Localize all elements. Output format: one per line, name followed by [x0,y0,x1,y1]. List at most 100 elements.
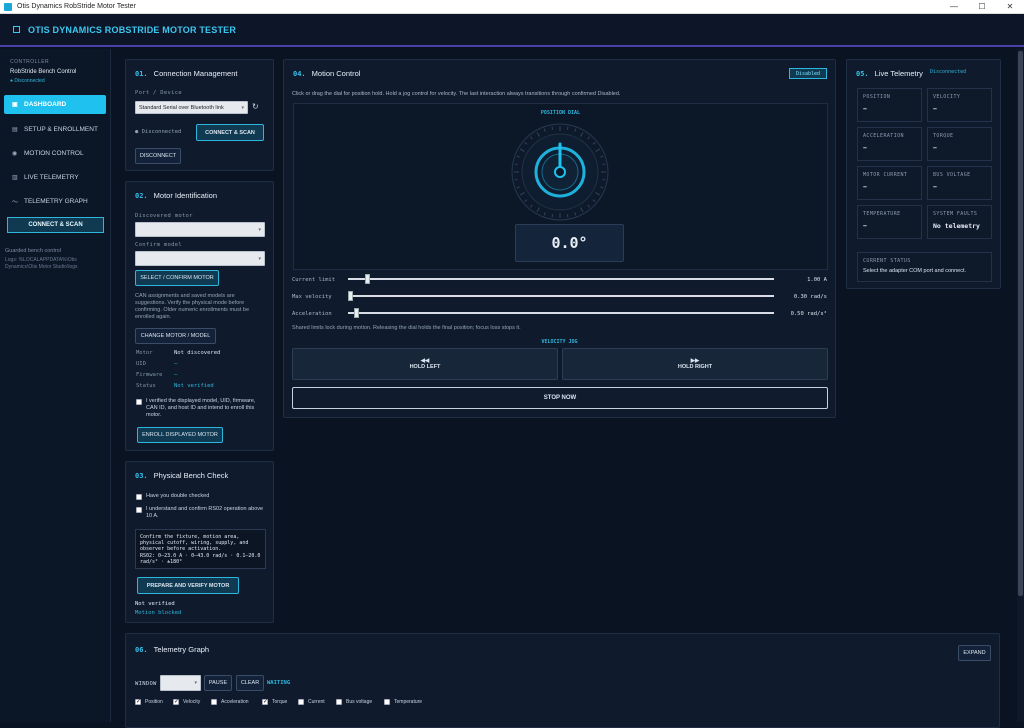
sidebar-item-label: SETUP & ENROLLMENT [24,126,98,133]
minimize-button[interactable]: — [940,2,968,11]
verify-checkbox[interactable] [136,399,142,405]
bus-voltage-checkbox[interactable] [336,699,342,705]
max-velocity-slider[interactable] [348,291,774,301]
expand-button[interactable]: EXPAND [958,645,991,661]
dial-tick [551,214,553,218]
series-temperature[interactable]: Temperature [384,699,422,705]
connect-scan-button[interactable]: CONNECT & SCAN [196,124,264,141]
series-acceleration[interactable]: Acceleration [211,699,249,705]
bench-notice: Confirm the fixture, motion area, physic… [140,534,249,552]
confirm-rs02-text: I understand and confirm RS02 operation … [146,506,264,519]
current-limit-value: 1.00 A [807,277,827,283]
scrollbar-thumb[interactable] [1018,51,1023,596]
confirm-model-select[interactable]: ▾ [135,251,265,266]
dial-tick [567,126,569,130]
hold-left-button[interactable]: ◀◀ HOLD LEFT [292,348,558,380]
acceleration-checkbox[interactable] [211,699,217,705]
port-select[interactable]: Standard Serial over Bluetooth link ▾ [135,101,248,114]
panel-number: 03. [135,471,148,480]
enroll-button[interactable]: ENROLL DISPLAYED MOTOR [137,427,223,443]
panel-number: 01. [135,69,148,78]
series-current[interactable]: Current [298,699,325,705]
window-title: Otis Dynamics RobStride Motor Tester [17,3,136,10]
temperature-card: TEMPERATURE – [857,205,922,239]
double-check-checkbox[interactable] [136,494,142,500]
chevron-down-icon: ▾ [258,226,261,233]
logo-icon [13,26,20,33]
sidebar-item-graph[interactable]: 〜 TELEMETRY GRAPH [4,192,106,211]
refresh-icon[interactable]: ↻ [252,102,259,111]
stop-now-button[interactable]: STOP NOW [292,387,828,409]
velocity-checkbox[interactable] [173,698,179,705]
position-card: POSITION – [857,88,922,122]
panel-number: 02. [135,191,148,200]
motor-field: Motor Not discovered [136,350,221,356]
slider-thumb[interactable] [354,308,360,318]
hold-right-button[interactable]: ▶▶ HOLD RIGHT [562,348,828,380]
sidebar: CONTROLLER RobStride Bench Control ● Dis… [0,49,111,722]
window-titlebar: Otis Dynamics RobStride Motor Tester — ☐… [0,0,1024,14]
dial-tick [551,126,553,130]
sidebar-connect-button[interactable]: CONNECT & SCAN [7,217,104,233]
acceleration-slider[interactable] [348,308,774,318]
system-faults-card: SYSTEM FAULTS No telemetry [927,205,992,239]
scrollbar[interactable] [1017,49,1024,722]
torque-checkbox[interactable] [262,698,268,705]
panel-number: 05. [856,69,869,78]
telemetry-status-badge: Disconnected [930,69,967,75]
close-button[interactable]: ✕ [996,2,1024,11]
panel-title: Connection Management [153,69,238,78]
telemetry-panel: 05. Live Telemetry Disconnected POSITION –… [846,59,1001,289]
prepare-verify-button[interactable]: PREPARE AND VERIFY MOTOR [137,577,239,594]
series-bus-voltage[interactable]: Bus voltage [336,699,372,705]
change-motor-button[interactable]: CHANGE MOTOR / MODEL [135,328,216,344]
motion-status-badge: Disabled [789,68,827,79]
guarded-label: Guarded bench control [5,248,61,254]
position-dial[interactable] [510,122,610,222]
acceleration-value: 0.50 rad/s² [790,311,827,317]
window-select[interactable]: ▾ [160,675,201,691]
dial-label: POSITION DIAL [540,110,581,116]
connection-status: ● Disconnected [135,129,182,135]
acceleration-label: Acceleration [292,311,332,317]
jog-label: VELOCITY JOG [541,339,578,345]
app-icon [4,2,12,11]
series-velocity[interactable]: Velocity [173,698,200,705]
panel-title: Live Telemetry [874,69,923,78]
slider-thumb[interactable] [364,274,370,284]
position-checkbox[interactable] [135,698,141,705]
shared-limits-note: Shared limits lock during motion. Releas… [292,325,521,331]
dial-readout: 0.0° [515,224,624,262]
series-torque[interactable]: Torque [262,698,287,705]
sidebar-item-dashboard[interactable]: ▣ DASHBOARD [4,95,106,114]
panel-number: 06. [135,645,148,654]
slider-thumb[interactable] [348,291,353,301]
maximize-button[interactable]: ☐ [968,2,996,11]
sidebar-item-motion[interactable]: ◉ MOTION CONTROL [4,144,106,163]
app-header: OTIS DYNAMICS ROBSTRIDE MOTOR TESTER [0,14,1024,47]
current-status-text: Select the adapter COM port and connect. [863,268,967,274]
disconnect-button[interactable]: DISCONNECT [135,148,181,164]
temperature-checkbox[interactable] [384,699,390,705]
motion-panel: 04. Motion Control Disabled Click or drag… [283,59,836,418]
select-confirm-button[interactable]: SELECT / CONFIRM MOTOR [135,270,219,286]
panel-number: 04. [293,69,306,78]
graph-icon: 〜 [12,200,19,206]
clear-button[interactable]: CLEAR [236,675,264,691]
sidebar-item-telemetry[interactable]: ▥ LIVE TELEMETRY [4,168,106,187]
dial-tick [514,179,518,181]
series-position[interactable]: Position [135,698,163,705]
current-limit-slider[interactable] [348,274,774,284]
motion-hint: Click or drag the dial for position hold… [292,91,621,97]
sidebar-item-label: TELEMETRY GRAPH [24,198,88,205]
discovered-motor-select[interactable]: ▾ [135,222,265,237]
current-checkbox[interactable] [298,699,304,705]
logs-path: Logs: %LOCALAPPDATA%\Otis Dynamics\Otis … [5,257,78,270]
chevron-down-icon: ▾ [241,104,244,111]
confirm-rs02-checkbox[interactable] [136,507,142,513]
dial-tick [602,163,606,165]
controller-name: RobStride Bench Control [10,69,77,75]
controller-label: CONTROLLER [10,59,50,65]
pause-button[interactable]: PAUSE [204,675,232,691]
sidebar-item-setup[interactable]: ▤ SETUP & ENROLLMENT [4,120,106,139]
